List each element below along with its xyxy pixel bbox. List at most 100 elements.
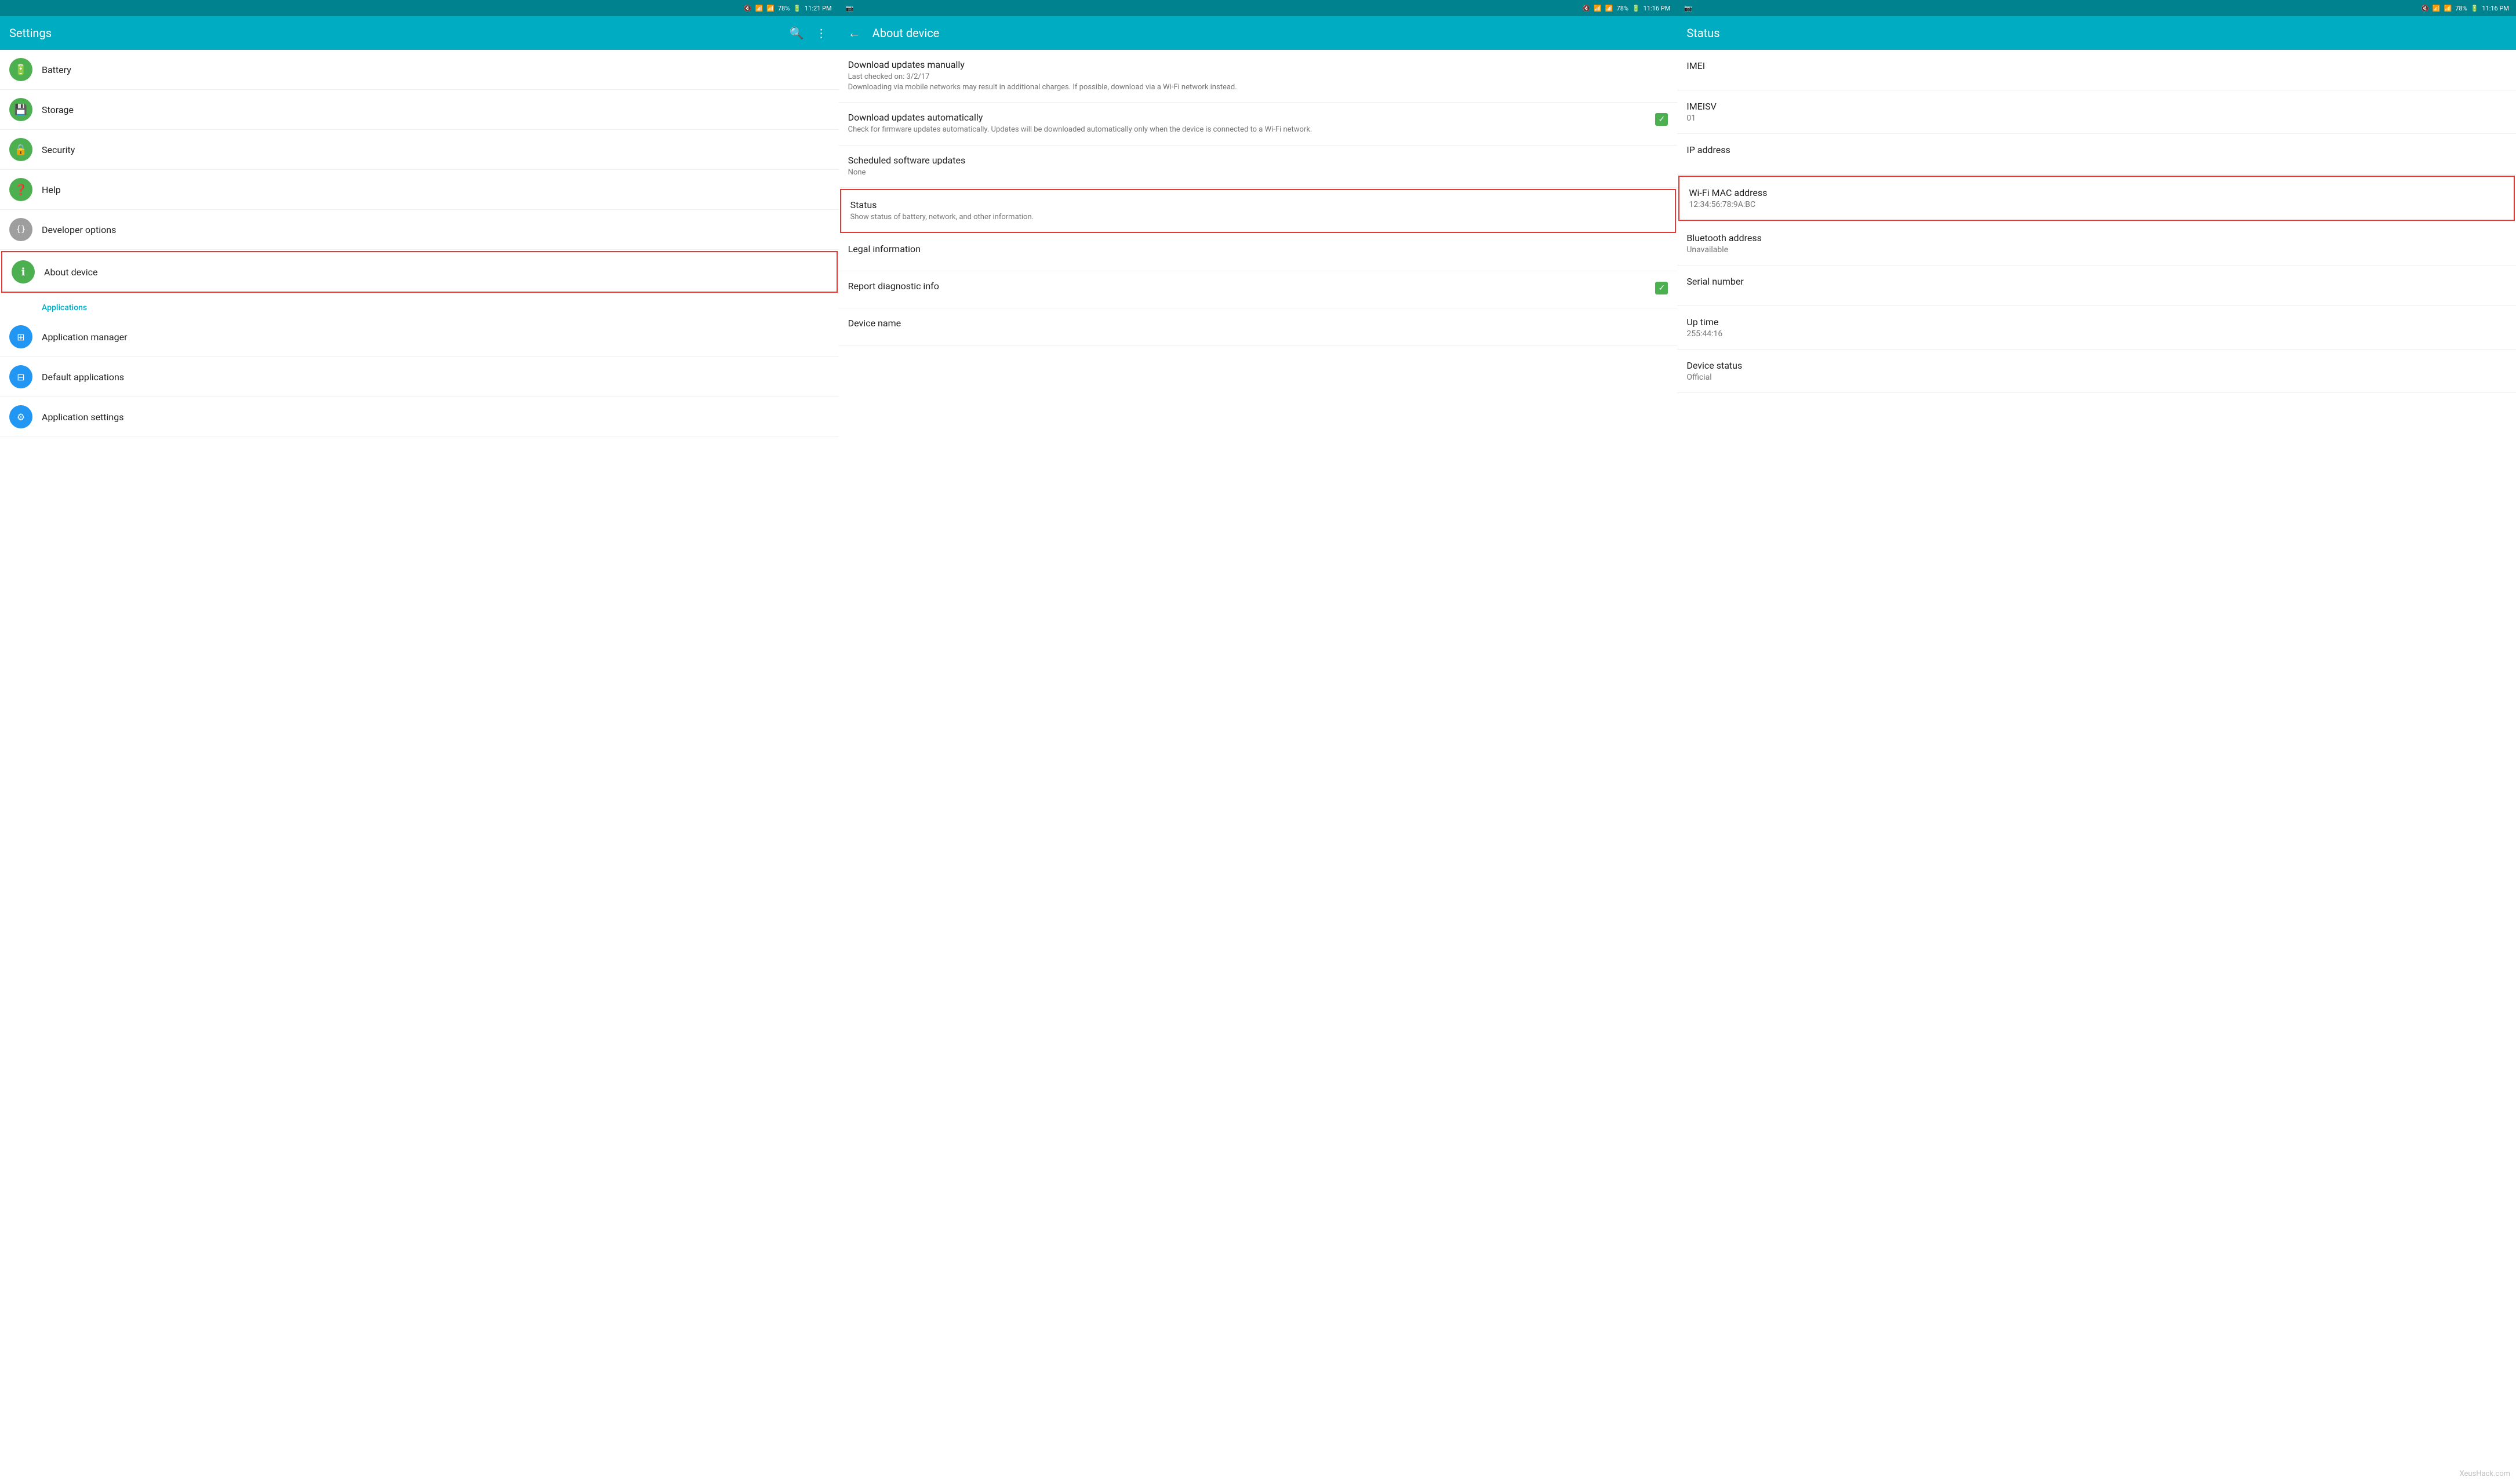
wifi-mac-value: 12:34:56:78:9A:BC xyxy=(1689,200,2504,209)
battery-icon3: 🔋 xyxy=(2471,5,2479,12)
scheduled-updates-item[interactable]: Scheduled software updates None xyxy=(839,146,1678,188)
download-auto-item[interactable]: Download updates automatically Check for… xyxy=(839,103,1678,145)
time: 11:21 PM xyxy=(805,5,832,12)
battery-icon: 🔋 xyxy=(793,5,801,12)
wifi-icon3: 📶 xyxy=(2433,5,2441,12)
default-apps-icon-circle: ⊟ xyxy=(9,365,32,388)
ip-address-item[interactable]: IP address xyxy=(1677,134,2516,174)
uptime-item[interactable]: Up time 255:44:16 xyxy=(1677,306,2516,350)
developer-icon-circle: {} xyxy=(9,218,32,241)
screenshot-icon3: 📷 xyxy=(1684,5,1692,12)
signal-icon2: 📶 xyxy=(1605,5,1613,12)
settings-item-storage[interactable]: 💾 Storage xyxy=(0,90,839,130)
settings-item-help[interactable]: ❓ Help xyxy=(0,170,839,210)
settings-item-default-apps[interactable]: ⊟ Default applications xyxy=(0,357,839,397)
signal-icon: 📶 xyxy=(766,5,775,12)
status-content: IMEI IMEISV 01 IP address Wi-Fi MAC addr… xyxy=(1677,50,2516,1484)
about-icon-circle: ℹ xyxy=(12,260,35,283)
time3: 11:16 PM xyxy=(2482,5,2509,12)
diagnostic-item[interactable]: Report diagnostic info ✓ xyxy=(839,271,1678,308)
app-settings-icon-circle: ⚙ xyxy=(9,405,32,428)
settings-item-security[interactable]: 🔒 Security xyxy=(0,130,839,170)
diagnostic-checkbox[interactable]: ✓ xyxy=(1655,282,1668,294)
settings-item-app-settings[interactable]: ⚙ Application settings xyxy=(0,397,839,437)
status-item[interactable]: Status Show status of battery, network, … xyxy=(840,189,1677,233)
help-icon-circle: ❓ xyxy=(9,178,32,201)
status-app-bar: Status xyxy=(1677,16,2516,50)
uptime-value: 255:44:16 xyxy=(1686,329,2507,339)
bluetooth-title: Bluetooth address xyxy=(1686,232,2507,243)
serial-title: Serial number xyxy=(1686,276,2507,287)
download-manual-subtitle: Last checked on: 3/2/17Downloading via m… xyxy=(848,72,1668,93)
device-name-item[interactable]: Device name xyxy=(839,308,1678,345)
about-title: About device xyxy=(872,26,1668,40)
time2: 11:16 PM xyxy=(1644,5,1671,12)
battery-icon-circle: 🔋 xyxy=(9,58,32,81)
device-name-title: Device name xyxy=(848,318,1668,329)
developer-label: Developer options xyxy=(42,224,830,235)
imei-item[interactable]: IMEI xyxy=(1677,50,2516,90)
status-bar-panel3: 📷 🔇 📶 📶 78% 🔋 11:16 PM xyxy=(1677,0,2516,16)
legal-title: Legal information xyxy=(848,243,1668,254)
download-manual-item[interactable]: Download updates manually Last checked o… xyxy=(839,50,1678,103)
settings-item-developer[interactable]: {} Developer options xyxy=(0,210,839,250)
device-status-title: Device status xyxy=(1686,360,2507,371)
more-icon[interactable]: ⋮ xyxy=(813,24,830,42)
status-subtitle: Show status of battery, network, and oth… xyxy=(850,212,1666,223)
download-auto-title: Download updates automatically xyxy=(848,112,1312,123)
search-icon[interactable]: 🔍 xyxy=(787,24,806,42)
mute-icon3: 🔇 xyxy=(2421,5,2429,12)
app-settings-label: Application settings xyxy=(42,412,830,423)
about-content: Download updates manually Last checked o… xyxy=(839,50,1678,1484)
uptime-title: Up time xyxy=(1686,317,2507,328)
wifi-mac-item[interactable]: Wi-Fi MAC address 12:34:56:78:9A:BC xyxy=(1678,176,2515,221)
bluetooth-value: Unavailable xyxy=(1686,245,2507,254)
about-label: About device xyxy=(44,267,827,278)
applications-section-header: Applications xyxy=(0,294,839,317)
device-status-item[interactable]: Device status Official xyxy=(1677,350,2516,393)
bluetooth-item[interactable]: Bluetooth address Unavailable xyxy=(1677,222,2516,265)
security-label: Security xyxy=(42,144,830,155)
storage-label: Storage xyxy=(42,104,830,115)
serial-item[interactable]: Serial number xyxy=(1677,265,2516,306)
battery-icon2: 🔋 xyxy=(1632,5,1640,12)
back-button[interactable]: ← xyxy=(848,26,861,41)
wifi-icon: 📶 xyxy=(755,5,763,12)
download-auto-checkbox[interactable]: ✓ xyxy=(1655,113,1668,126)
status-title: Status xyxy=(850,199,1666,210)
wifi-mac-title: Wi-Fi MAC address xyxy=(1689,187,2504,198)
status-bar-panel2: 📷 🔇 📶 📶 78% 🔋 11:16 PM xyxy=(839,0,1678,16)
scheduled-updates-title: Scheduled software updates xyxy=(848,155,1668,166)
imei-title: IMEI xyxy=(1686,60,2507,71)
download-auto-subtitle: Check for firmware updates automatically… xyxy=(848,125,1312,135)
default-apps-label: Default applications xyxy=(42,372,830,383)
help-label: Help xyxy=(42,184,830,195)
imeisv-value: 01 xyxy=(1686,114,2507,123)
about-app-bar: ← About device xyxy=(839,16,1678,50)
settings-item-about[interactable]: ℹ About device xyxy=(1,251,838,293)
imeisv-item[interactable]: IMEISV 01 xyxy=(1677,90,2516,134)
mute-icon2: 🔇 xyxy=(1582,5,1590,12)
mute-icon: 🔇 xyxy=(744,5,752,12)
security-icon-circle: 🔒 xyxy=(9,138,32,161)
battery-text2: 78% xyxy=(1617,5,1628,12)
app-manager-label: Application manager xyxy=(42,332,830,343)
scheduled-updates-value: None xyxy=(848,168,1668,178)
settings-title: Settings xyxy=(9,26,780,40)
wifi-icon2: 📶 xyxy=(1594,5,1602,12)
ip-address-title: IP address xyxy=(1686,144,2507,155)
legal-item[interactable]: Legal information xyxy=(839,234,1678,271)
status-panel-title: Status xyxy=(1686,26,2507,40)
settings-item-battery[interactable]: 🔋 Battery xyxy=(0,50,839,90)
app-manager-icon-circle: ⊞ xyxy=(9,325,32,348)
settings-app-bar: Settings 🔍 ⋮ xyxy=(0,16,839,50)
signal-icon3: 📶 xyxy=(2444,5,2452,12)
battery-label: Battery xyxy=(42,64,830,75)
imeisv-title: IMEISV xyxy=(1686,101,2507,112)
screenshot-icon: 📷 xyxy=(846,5,854,12)
battery-text: 78% xyxy=(778,5,790,12)
settings-item-app-manager[interactable]: ⊞ Application manager xyxy=(0,317,839,357)
download-manual-title: Download updates manually xyxy=(848,59,1668,70)
battery-text3: 78% xyxy=(2455,5,2467,12)
status-bar-panel1: 🔇 📶 📶 78% 🔋 11:21 PM xyxy=(0,0,839,16)
